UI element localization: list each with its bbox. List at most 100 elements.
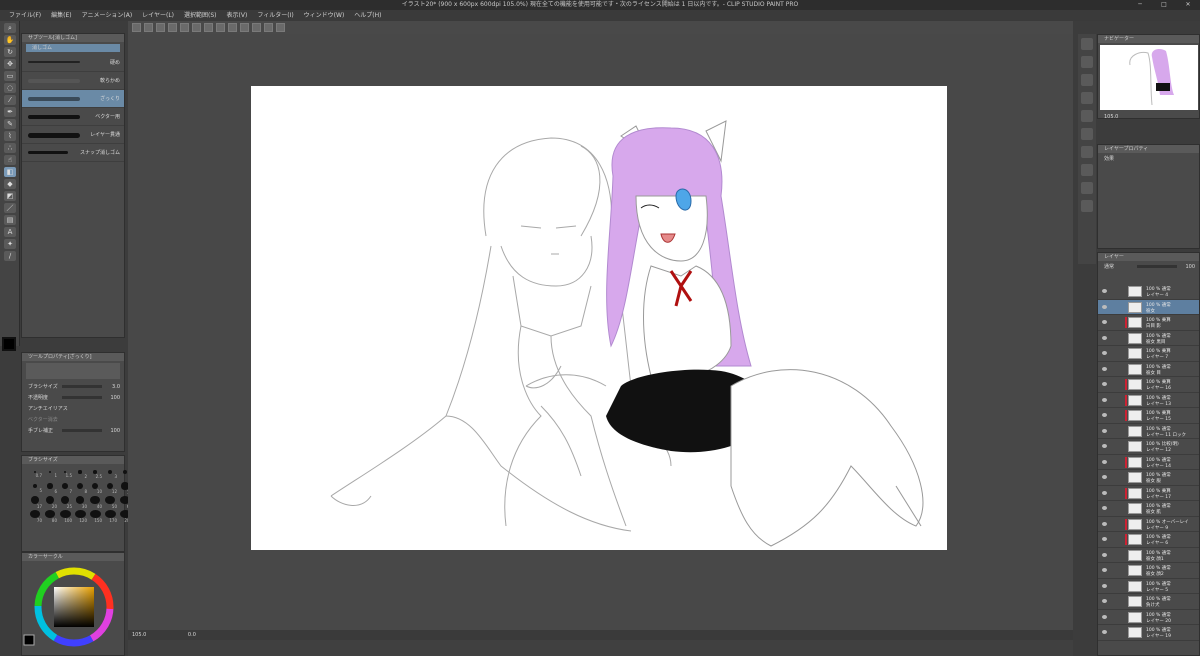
brush-size-cell[interactable]: 80 bbox=[43, 510, 57, 523]
layer-thumbnail[interactable] bbox=[1128, 518, 1142, 530]
brush-size-cell[interactable]: 8 bbox=[73, 482, 87, 495]
eye-icon[interactable] bbox=[1102, 320, 1107, 324]
snap-grid-icon[interactable] bbox=[252, 23, 261, 32]
eye-icon[interactable] bbox=[1102, 475, 1107, 479]
eye-icon[interactable] bbox=[1102, 428, 1107, 433]
layer-row[interactable]: 100 % 通常 レイヤー 13 bbox=[1098, 393, 1199, 408]
layer-row[interactable]: 100 % 通常 彼女 肌 bbox=[1098, 501, 1199, 517]
prop-brush-size[interactable]: ブラシサイズ 3.0 bbox=[22, 381, 124, 392]
layer-row[interactable]: 100 % 通常 彼女 顔1 bbox=[1098, 548, 1199, 563]
hand-tool-icon[interactable]: ✋ bbox=[4, 35, 16, 45]
airbrush-tool-icon[interactable]: ∴ bbox=[4, 143, 16, 153]
zoom-readout[interactable]: 105.0 bbox=[132, 632, 146, 638]
blend-tool-icon[interactable]: ☝ bbox=[4, 155, 16, 165]
subtool-item[interactable]: ベクター用 bbox=[22, 108, 124, 126]
eye-icon[interactable] bbox=[1102, 521, 1107, 526]
brush-size-cell[interactable]: 17 bbox=[28, 496, 42, 509]
brush-size-cell[interactable]: 2 bbox=[73, 468, 87, 481]
layer-thumbnail[interactable] bbox=[1128, 456, 1142, 468]
prop-antialias[interactable]: アンチエイリアス bbox=[22, 403, 124, 414]
layer-row[interactable]: 100 % 通常 レイヤー 14 bbox=[1098, 455, 1199, 470]
eye-icon[interactable] bbox=[1102, 614, 1107, 619]
layer-thumbnail[interactable] bbox=[1128, 425, 1142, 437]
eye-icon[interactable] bbox=[1102, 444, 1107, 448]
snap-ruler-icon[interactable] bbox=[240, 23, 249, 32]
move-tool-icon[interactable]: ✥ bbox=[4, 59, 16, 69]
brush-size-cell[interactable]: 10 bbox=[88, 482, 102, 495]
gradient-tool-icon[interactable]: ◩ bbox=[4, 191, 16, 201]
deselect-icon[interactable] bbox=[216, 23, 225, 32]
brush-size-cell[interactable]: 40 bbox=[88, 496, 102, 509]
brush-size-cell[interactable]: 30 bbox=[73, 496, 87, 509]
undo-icon[interactable] bbox=[168, 23, 177, 32]
auto-action-icon[interactable] bbox=[1081, 164, 1093, 176]
eye-icon[interactable] bbox=[1102, 382, 1107, 386]
brush-size-cell[interactable]: 6 bbox=[43, 482, 57, 495]
brush-tool-icon[interactable]: ⌇ bbox=[4, 131, 16, 141]
layer-thumbnail[interactable] bbox=[1128, 627, 1142, 638]
balloon-tool-icon[interactable]: ✦ bbox=[4, 239, 16, 249]
drawing-canvas[interactable] bbox=[251, 86, 947, 550]
layer-property-icon[interactable] bbox=[1081, 110, 1093, 122]
subtool-item[interactable]: スナップ消しゴム bbox=[22, 144, 124, 162]
layer-row[interactable]: 100 % 通常 彼女 顔2 bbox=[1098, 563, 1199, 579]
eye-icon[interactable] bbox=[1102, 366, 1107, 371]
layer-row[interactable]: 100 % 乗算 レイヤー 17 bbox=[1098, 486, 1199, 501]
color-wheel[interactable] bbox=[22, 561, 124, 655]
horizontal-scrollbar[interactable] bbox=[128, 640, 1073, 656]
layer-row[interactable]: 100 % 通常 レイヤー 11 ロック bbox=[1098, 424, 1199, 439]
menu-selection[interactable]: 選択範囲(S) bbox=[181, 10, 220, 21]
layer-thumbnail[interactable] bbox=[1128, 410, 1142, 421]
subtool-item[interactable]: レイヤー貫通 bbox=[22, 126, 124, 144]
layer-thumbnail[interactable] bbox=[1128, 472, 1142, 483]
eye-icon[interactable] bbox=[1102, 537, 1107, 541]
layer-row[interactable]: 100 % 乗算 レイヤー 16 bbox=[1098, 377, 1199, 393]
new-file-icon[interactable] bbox=[132, 23, 141, 32]
layer-thumbnail[interactable] bbox=[1128, 487, 1142, 499]
layer-thumbnail[interactable] bbox=[1128, 301, 1142, 313]
layer-thumbnail[interactable] bbox=[1128, 363, 1142, 375]
brush-size-cell[interactable]: 1.5 bbox=[58, 468, 72, 481]
layer-thumbnail[interactable] bbox=[1128, 348, 1142, 359]
subtool-item-active[interactable]: ざっくり bbox=[22, 90, 124, 108]
eye-icon[interactable] bbox=[1102, 413, 1107, 417]
navigator-icon[interactable] bbox=[1081, 38, 1093, 50]
brush-size-cell[interactable]: 150 bbox=[88, 510, 102, 523]
navigator-zoom[interactable]: 105.0 bbox=[1098, 111, 1198, 122]
layer-thumbnail[interactable] bbox=[1128, 441, 1142, 452]
eye-icon[interactable] bbox=[1102, 304, 1107, 309]
menu-filter[interactable]: フィルター(I) bbox=[254, 10, 296, 21]
eye-icon[interactable] bbox=[1102, 459, 1107, 464]
eye-icon[interactable] bbox=[1102, 335, 1107, 340]
layer-thumbnail[interactable] bbox=[1128, 611, 1142, 623]
subtool-item[interactable]: 硬め bbox=[22, 54, 124, 72]
eye-icon[interactable] bbox=[1102, 397, 1107, 402]
brush-size-cell[interactable]: 5 bbox=[28, 482, 42, 495]
subtool-item[interactable]: 軟らかめ bbox=[22, 72, 124, 90]
menu-animation[interactable]: アニメーション(A) bbox=[79, 10, 136, 21]
menu-layer[interactable]: レイヤー(L) bbox=[139, 10, 177, 21]
prop-opacity[interactable]: 不透明度 100 bbox=[22, 392, 124, 403]
brush-size-cell[interactable]: 12 bbox=[103, 482, 117, 495]
fill-tool-icon[interactable]: ◆ bbox=[4, 179, 16, 189]
figure-tool-icon[interactable]: ／ bbox=[4, 203, 16, 213]
eye-icon[interactable] bbox=[1102, 506, 1107, 510]
clear-icon[interactable] bbox=[192, 23, 201, 32]
eraser-tool-icon[interactable]: ◧ bbox=[4, 167, 16, 177]
layer-row[interactable]: 100 % 通常 レイヤー 4 bbox=[1098, 284, 1199, 300]
layer-thumbnail[interactable] bbox=[1128, 332, 1142, 344]
invert-selection-icon[interactable] bbox=[228, 23, 237, 32]
menu-window[interactable]: ウィンドウ(W) bbox=[301, 10, 348, 21]
save-icon[interactable] bbox=[156, 23, 165, 32]
open-icon[interactable] bbox=[144, 23, 153, 32]
redo-icon[interactable] bbox=[180, 23, 189, 32]
eye-icon[interactable] bbox=[1102, 568, 1107, 572]
rotation-readout[interactable]: 0.0 bbox=[188, 632, 196, 638]
layer-row[interactable]: 100 % 通常 彼女 bbox=[1098, 299, 1199, 315]
info-icon[interactable] bbox=[1081, 200, 1093, 212]
layer-thumbnail[interactable] bbox=[1128, 565, 1142, 576]
eye-icon[interactable] bbox=[1102, 289, 1107, 293]
brush-size-cell[interactable]: 120 bbox=[73, 510, 87, 523]
layer-row[interactable]: 100 % 通常 負け犬 bbox=[1098, 594, 1199, 610]
brush-size-cell[interactable]: 2.5 bbox=[88, 468, 102, 481]
